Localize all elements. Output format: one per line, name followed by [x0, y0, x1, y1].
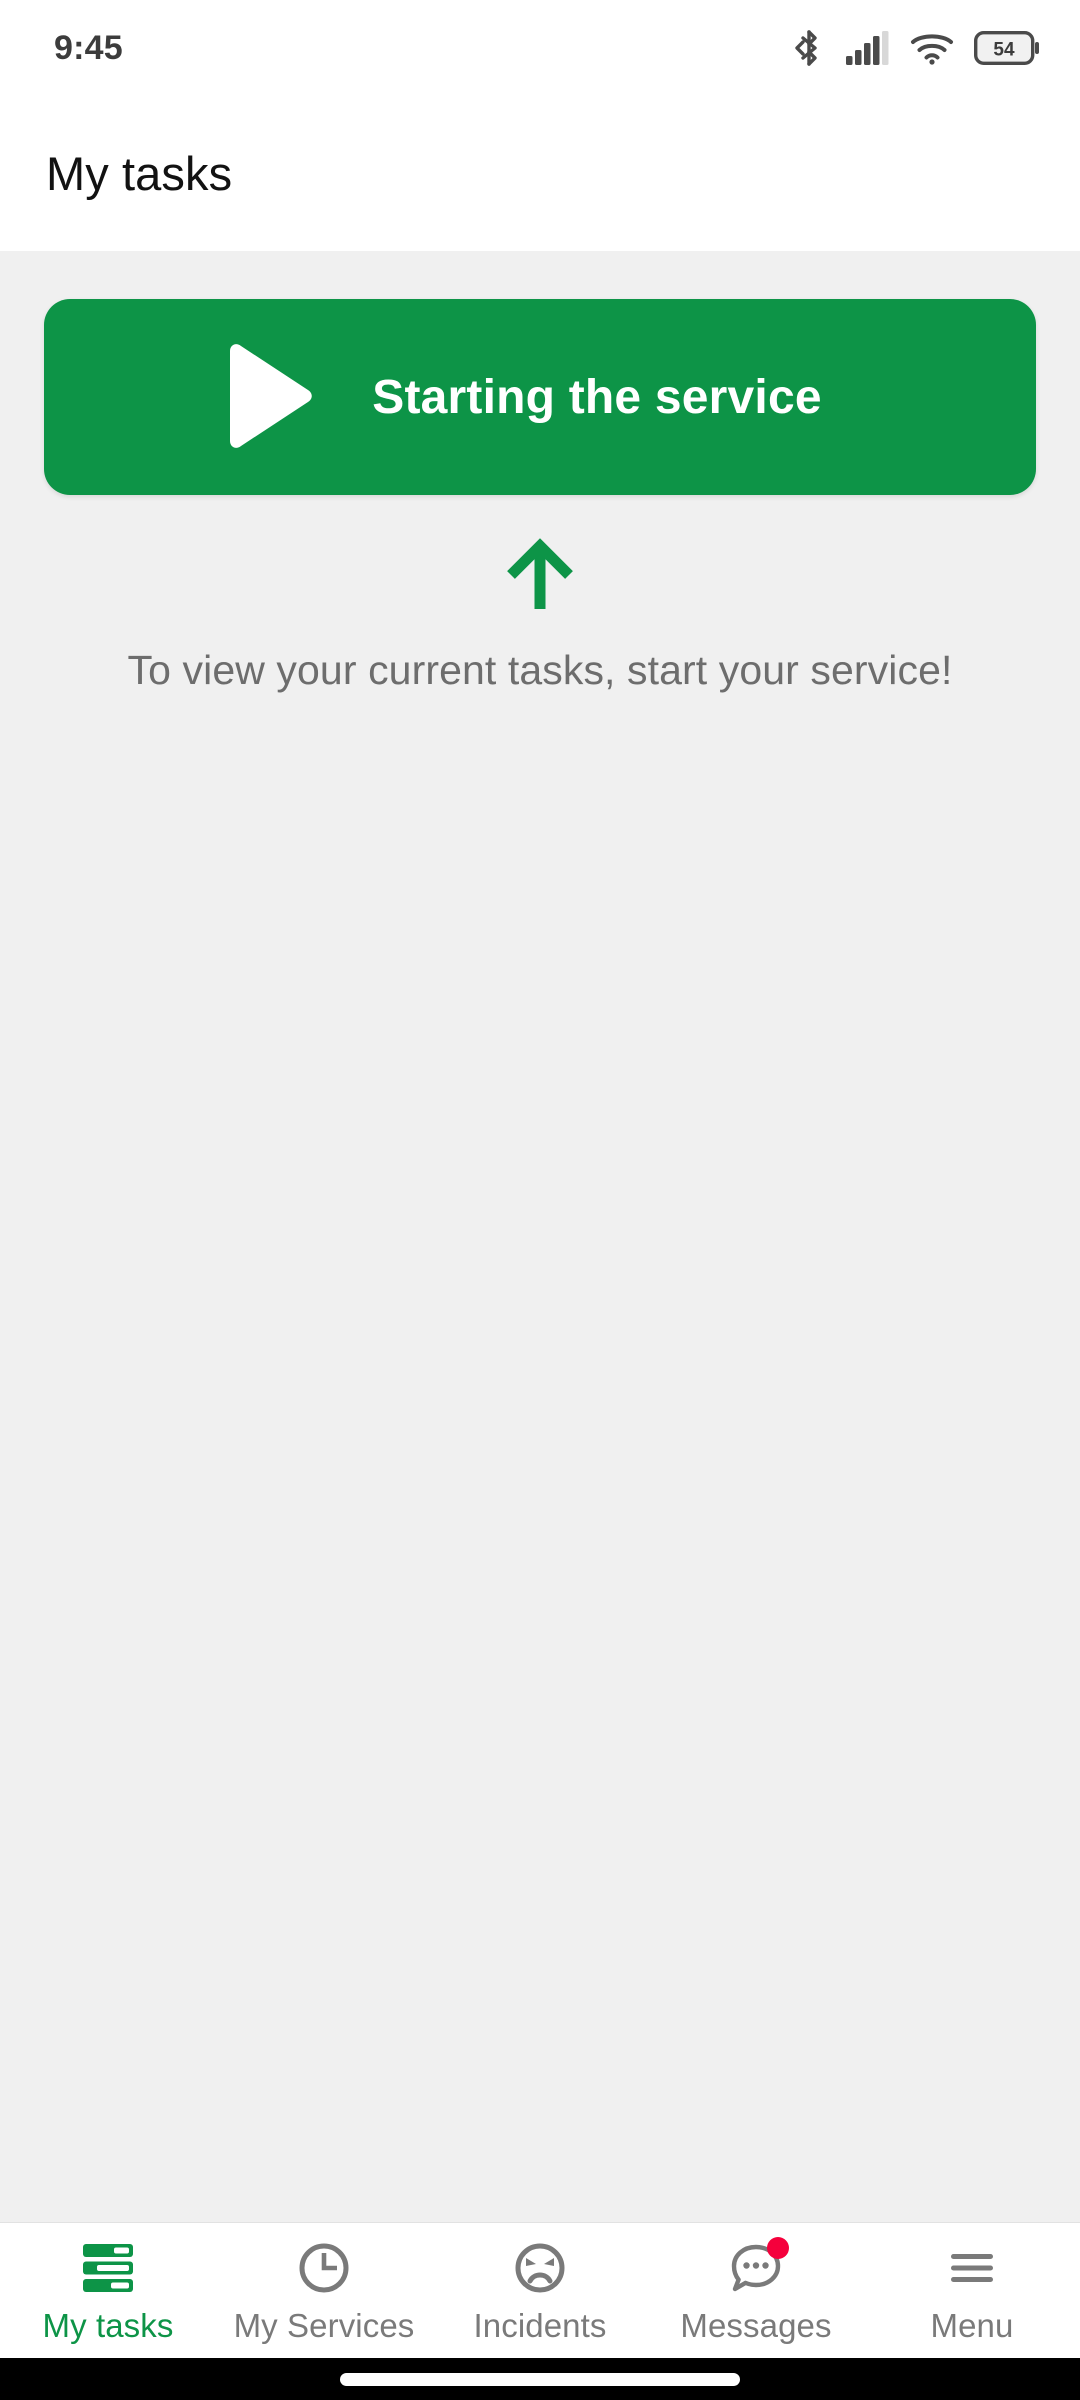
play-icon: [218, 341, 316, 454]
gesture-handle[interactable]: [340, 2372, 740, 2386]
status-bar-clock: 9:45: [54, 28, 123, 67]
start-service-button[interactable]: Starting the service: [44, 299, 1036, 495]
nav-item-incidents[interactable]: Incidents: [432, 2223, 648, 2358]
messages-notification-badge: [767, 2237, 789, 2259]
status-bar: 9:45 54: [0, 0, 1080, 96]
nav-label-incidents: Incidents: [473, 2307, 607, 2344]
system-gesture-bar: [0, 2358, 1080, 2400]
cellular-signal-icon: [846, 31, 890, 65]
nav-label-menu: Menu: [930, 2307, 1014, 2344]
phone-screen: 9:45 54 My tasks Starting the service To…: [0, 0, 1080, 2400]
task-list-icon: [79, 2239, 137, 2297]
hamburger-icon: [943, 2239, 1001, 2297]
bluetooth-icon: [792, 28, 826, 68]
angry-face-icon: [511, 2239, 569, 2297]
nav-label-my-tasks: My tasks: [42, 2307, 174, 2344]
battery-icon: 54: [974, 31, 1040, 65]
wifi-icon: [910, 31, 954, 65]
status-bar-icons: 54: [792, 28, 1040, 68]
chat-bubble-icon: [727, 2237, 789, 2297]
battery-level-text: 54: [993, 40, 1015, 61]
main-content: Starting the service To view your curren…: [0, 251, 1080, 2222]
nav-item-my-tasks[interactable]: My tasks: [0, 2223, 216, 2358]
start-service-label: Starting the service: [372, 370, 822, 424]
app-header: My tasks: [0, 96, 1080, 251]
arrow-up-icon: [497, 533, 583, 619]
empty-state-hint: To view your current tasks, start your s…: [127, 647, 953, 693]
nav-label-my-services: My Services: [233, 2307, 415, 2344]
nav-item-my-services[interactable]: My Services: [216, 2223, 432, 2358]
nav-label-messages: Messages: [680, 2307, 832, 2344]
nav-item-messages[interactable]: Messages: [648, 2223, 864, 2358]
bottom-navigation: My tasks My Services Incidents Messages …: [0, 2222, 1080, 2358]
page-title: My tasks: [46, 147, 233, 200]
nav-item-menu[interactable]: Menu: [864, 2223, 1080, 2358]
clock-icon: [295, 2239, 353, 2297]
